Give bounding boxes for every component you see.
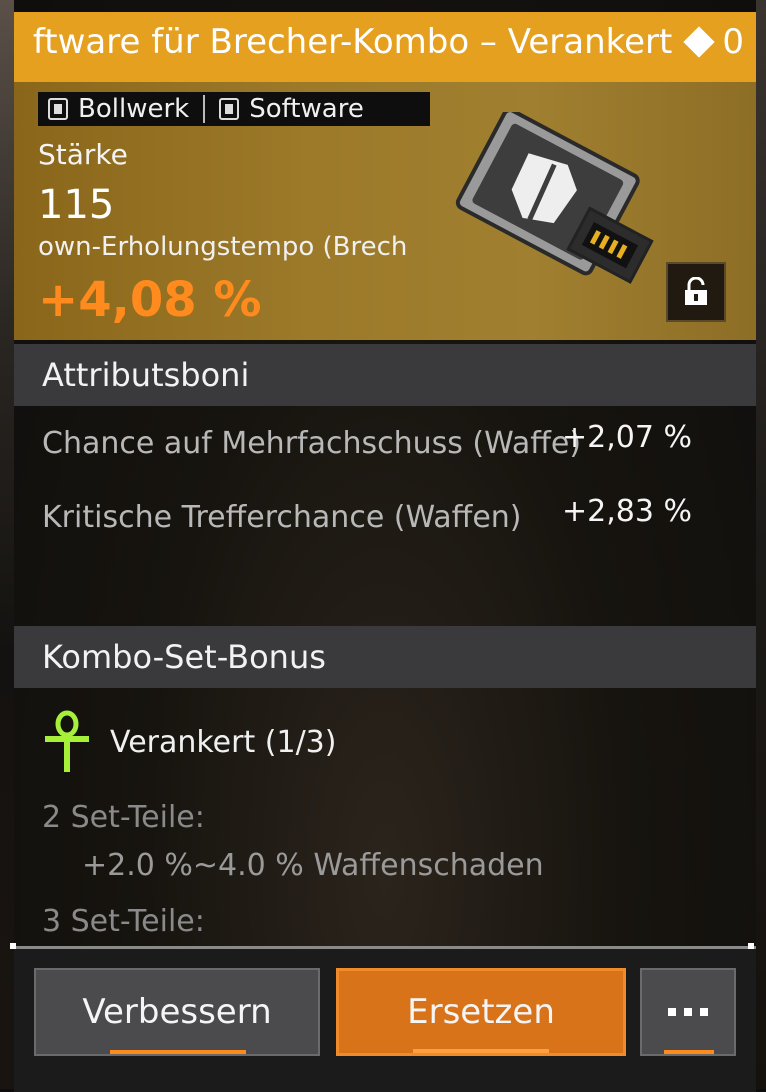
attribute-value: +2,83 % [562,494,692,529]
replace-label: Ersetzen [407,992,555,1032]
attributes-heading: Attributsboni [14,344,756,406]
background-left [0,0,14,1089]
set-bonus-heading: Kombo-Set-Bonus [14,626,756,688]
button-underline [664,1050,714,1054]
software-chip-icon [455,112,654,284]
more-options-button[interactable] [640,968,736,1056]
background-right [756,0,766,1089]
upgrade-label: Verbessern [82,992,272,1032]
diamond-icon [683,26,715,58]
unlock-icon [685,277,707,305]
shield-emblem-icon [48,98,68,120]
sub-stat-label: own-Erholungstempo (Brech [38,232,422,262]
item-title-bar: ftware für Brecher-Kombo – Verankert 0 [14,12,756,82]
item-header-card: Bollwerk Software Stärke 115 own-Erholun… [14,82,756,340]
stat-value: 115 [38,182,115,228]
frame-corner [10,943,16,949]
ankh-icon [45,710,89,772]
set-tier-effect: +2.0 %~4.0 % Waffenschaden [82,848,544,883]
software-card-icon [219,98,240,120]
attribute-value: +2,07 % [562,420,692,455]
set-tier-label: 2 Set-Teile: [42,800,205,835]
item-title: ftware für Brecher-Kombo – Verankert [32,22,673,62]
more-dots-icon [668,1008,708,1016]
set-name: Verankert (1/3) [110,724,337,760]
replace-button[interactable]: Ersetzen [336,968,626,1056]
sub-stat-text: own-Erholungstempo (Brech [38,232,408,262]
frame-corner [748,943,754,949]
stat-label: Stärke [38,138,128,171]
attribute-row: Kritische Trefferchance (Waffen) +2,83 % [42,494,722,540]
tag-separator [203,95,206,123]
tag-bollwerk: Bollwerk [78,94,190,124]
item-count: 0 [722,22,744,62]
set-entry: Verankert (1/3) [42,710,336,774]
lock-button[interactable] [666,262,726,322]
attribute-name: Chance auf Mehrfachschuss (Waffe) [42,426,582,461]
attribute-name: Kritische Trefferchance (Waffen) [42,500,522,535]
set-tier-label: 3 Set-Teile: [42,904,205,939]
button-underline [110,1050,246,1054]
attribute-row: Chance auf Mehrfachschuss (Waffe) +2,07 … [42,420,722,466]
tag-software: Software [249,94,364,124]
button-underline [413,1049,549,1053]
sub-stat-value: +4,08 % [38,272,262,328]
upgrade-button[interactable]: Verbessern [34,968,320,1056]
item-tags: Bollwerk Software [38,92,430,126]
